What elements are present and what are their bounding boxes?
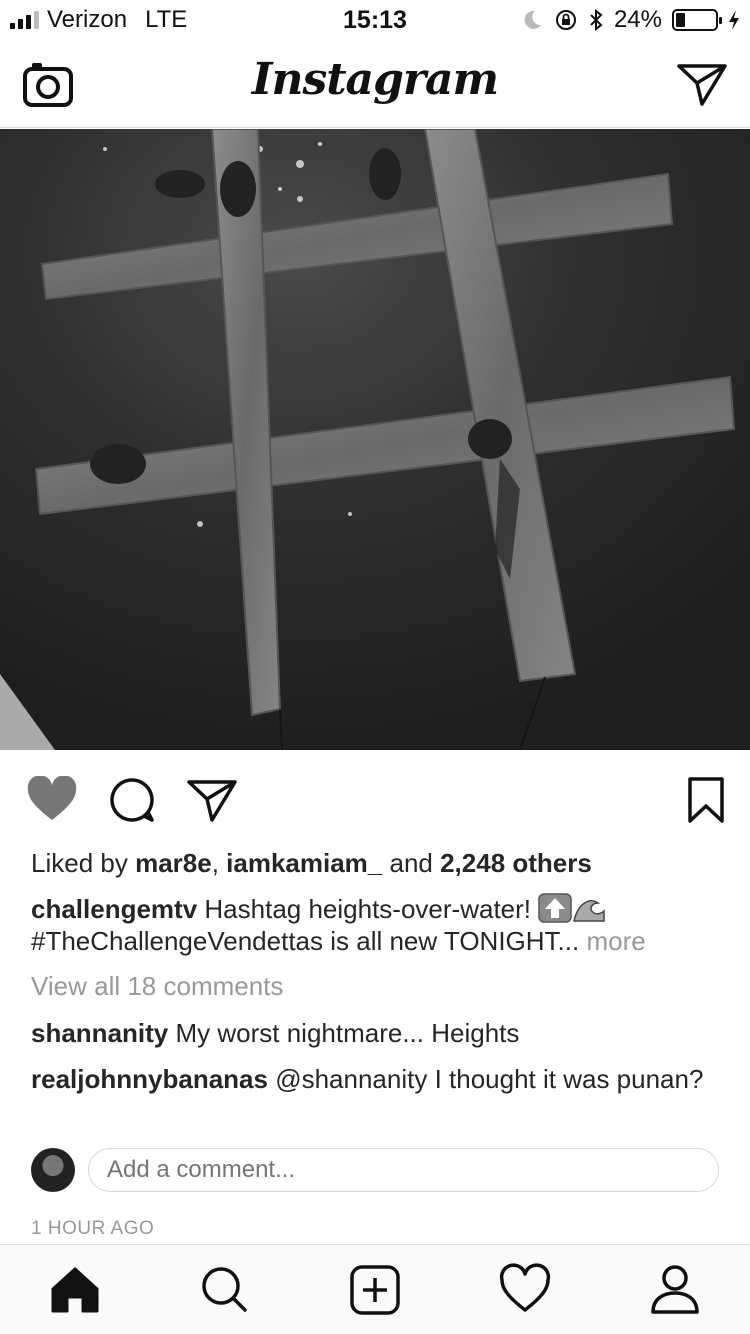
post-timestamp: 1 HOUR AGO — [31, 1218, 155, 1239]
app-logo: Instagram — [251, 54, 499, 105]
comment-item: realjohnnybananas @shannanity I thought … — [31, 1063, 721, 1095]
new-post-icon[interactable] — [347, 1263, 403, 1317]
up-arrow-emoji — [538, 893, 572, 923]
likes-line: Liked by mar8e, iamkamiam_ and 2,248 oth… — [31, 848, 592, 879]
battery-percent: 24% — [613, 6, 662, 33]
liked-others-link[interactable]: 2,248 others — [440, 848, 592, 878]
post-actions — [0, 770, 750, 830]
caption-username[interactable]: challengemtv — [31, 894, 197, 924]
comment-username[interactable]: realjohnnybananas — [31, 1064, 268, 1094]
comment-text: My worst nightmare... Heights — [175, 1018, 520, 1048]
liked-user-link[interactable]: mar8e — [135, 848, 212, 878]
view-all-comments-link[interactable]: View all 18 comments — [31, 971, 283, 1002]
charging-bolt-icon — [729, 10, 739, 30]
post-caption: challengemtv Hashtag heights-over-water!… — [31, 893, 721, 957]
moon-icon — [524, 10, 541, 29]
liked-by-prefix: Liked by — [31, 848, 136, 878]
like-heart-icon[interactable] — [26, 776, 78, 824]
activity-icon[interactable] — [497, 1263, 553, 1317]
liked-and: and — [382, 848, 441, 878]
rotation-lock-icon — [555, 10, 576, 30]
status-icons: 24% — [520, 6, 740, 34]
battery-icon — [672, 9, 722, 31]
caption-hashtag-text: #TheChallengeVendettas is all new TONIGH… — [31, 926, 580, 956]
comment-icon[interactable] — [106, 776, 158, 824]
bluetooth-icon — [590, 8, 603, 32]
caption-more-link[interactable]: more — [586, 926, 645, 956]
post-photo[interactable] — [0, 129, 750, 750]
comment-text: @shannanity I thought it was punan? — [275, 1064, 704, 1094]
wave-emoji — [573, 900, 605, 922]
comment-username[interactable]: shannanity — [31, 1018, 168, 1048]
profile-icon[interactable] — [647, 1263, 703, 1317]
liked-separator: , — [211, 848, 227, 878]
search-icon[interactable] — [197, 1263, 253, 1317]
avatar[interactable] — [31, 1148, 75, 1192]
caption-text: Hashtag heights-over-water! — [204, 894, 532, 924]
top-nav-bar: Instagram — [0, 40, 750, 128]
bottom-tab-bar — [0, 1244, 750, 1334]
liked-user-link[interactable]: iamkamiam_ — [226, 848, 382, 878]
home-icon[interactable] — [47, 1263, 103, 1317]
add-comment-input[interactable] — [88, 1148, 719, 1192]
status-bar: Verizon LTE 15:13 24% — [0, 0, 750, 40]
share-icon[interactable] — [186, 776, 238, 824]
add-comment-row — [0, 1148, 750, 1194]
comment-item: shannanity My worst nightmare... Heights — [31, 1017, 721, 1049]
save-bookmark-icon[interactable] — [680, 776, 732, 824]
direct-send-icon[interactable] — [676, 60, 728, 108]
